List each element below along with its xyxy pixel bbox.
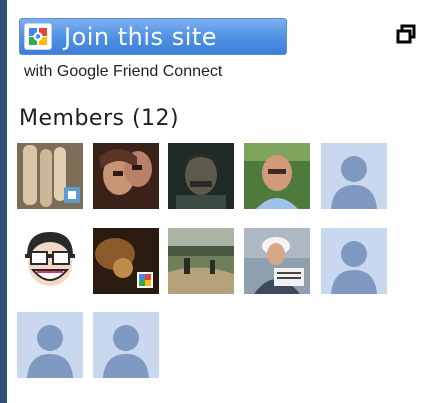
members-heading: Members (12) <box>19 106 180 131</box>
friend-connect-subtitle: with Google Friend Connect <box>24 63 223 80</box>
join-this-site-button[interactable]: Join this site <box>19 18 287 55</box>
member-avatar-2[interactable] <box>93 143 159 209</box>
popout-window-icon[interactable] <box>396 24 416 44</box>
member-avatar-10[interactable] <box>321 228 387 294</box>
google-logo-icon <box>24 23 52 50</box>
member-avatar-3[interactable] <box>168 143 234 209</box>
member-avatar-9[interactable] <box>244 228 310 294</box>
sidebar-edge <box>0 0 7 403</box>
member-avatar-7[interactable] <box>93 228 159 294</box>
member-avatar-12[interactable] <box>93 312 159 378</box>
member-avatar-8[interactable] <box>168 228 234 294</box>
member-avatar-4[interactable] <box>244 143 310 209</box>
member-avatar-5[interactable] <box>321 143 387 209</box>
member-avatar-11[interactable] <box>17 312 83 378</box>
join-button-label: Join this site <box>64 23 218 51</box>
member-avatar-6[interactable] <box>17 228 83 294</box>
friend-connect-gadget: Join this site with Google Friend Connec… <box>7 0 425 403</box>
member-avatar-1[interactable] <box>17 143 83 209</box>
